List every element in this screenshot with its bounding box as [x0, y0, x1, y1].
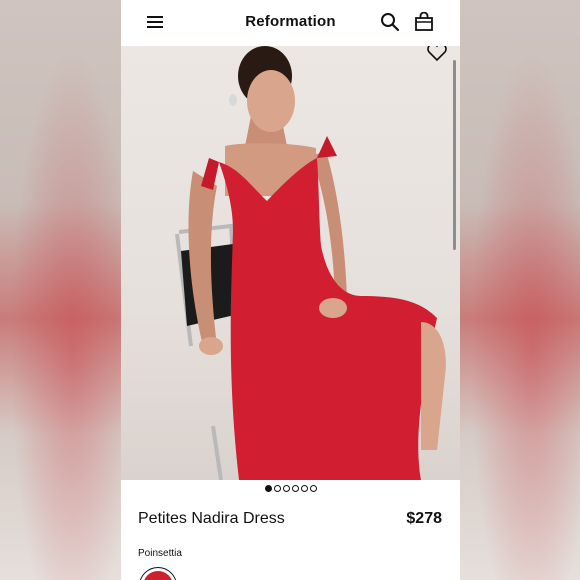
- blurred-backdrop-right: [460, 0, 580, 580]
- color-name: Poinsettia: [138, 548, 182, 559]
- gallery-pagination: [121, 485, 460, 495]
- pagination-dot[interactable]: [273, 485, 281, 492]
- color-swatch[interactable]: [139, 567, 177, 580]
- color-swatch-fill: [143, 571, 173, 580]
- product-page: Reformation Petites Nadira Dress $278 Po…: [121, 0, 460, 580]
- heart-icon[interactable]: [426, 46, 448, 62]
- product-image[interactable]: [121, 46, 460, 480]
- model-photo: [175, 46, 446, 480]
- pagination-dot[interactable]: [300, 485, 308, 492]
- search-icon[interactable]: [380, 12, 400, 32]
- product-price: $278: [406, 510, 442, 527]
- pagination-dot[interactable]: [282, 485, 290, 492]
- product-name: Petites Nadira Dress: [138, 510, 285, 527]
- bag-icon[interactable]: [414, 12, 434, 32]
- pagination-dot[interactable]: [264, 485, 272, 492]
- blurred-backdrop-left: [0, 0, 121, 580]
- pagination-dot[interactable]: [309, 485, 317, 492]
- scrollbar[interactable]: [453, 60, 456, 250]
- pagination-dot[interactable]: [291, 485, 299, 492]
- brand-logo[interactable]: Reformation: [121, 13, 460, 30]
- top-nav: Reformation: [121, 0, 460, 46]
